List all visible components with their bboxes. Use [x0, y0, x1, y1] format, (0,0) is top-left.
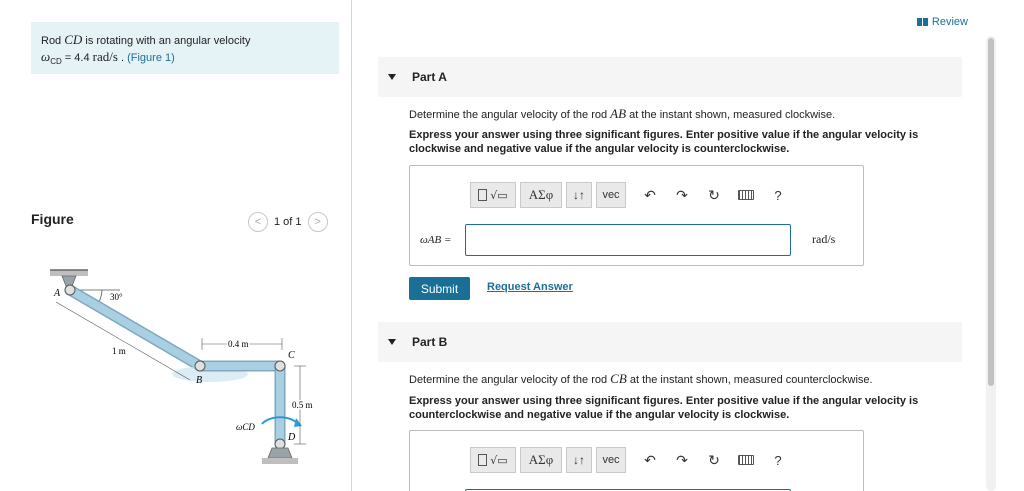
next-figure-button[interactable]: > — [307, 212, 328, 232]
label-omega-cd: ωCD — [236, 422, 255, 432]
omega-value: = 4.4 — [61, 52, 93, 64]
part-a-answer-box: √▭ ΑΣφ ↓↑ vec ↶ ↷ ↻ ? ωAB = rad/s — [409, 165, 864, 266]
reset-icon[interactable]: ↻ — [702, 448, 726, 472]
dim-ab — [55, 301, 191, 381]
q-text-2: at the instant shown, measured countercl… — [626, 374, 873, 386]
sqrt-icon: √▭ — [490, 453, 508, 467]
pin-a — [64, 284, 76, 296]
fraction-icon — [478, 454, 488, 466]
greek-symbols-button[interactable]: ΑΣφ — [520, 447, 562, 473]
ground-d — [262, 458, 298, 464]
problem-text: Rod — [41, 35, 65, 47]
rod-cd-symbol: CD — [64, 32, 83, 47]
redo-icon[interactable]: ↷ — [670, 183, 694, 207]
figure-title: Figure — [31, 211, 74, 227]
template-button[interactable]: √▭ — [470, 447, 516, 473]
math-toolbar-a: √▭ ΑΣφ ↓↑ vec ↶ ↷ ↻ ? — [470, 182, 790, 208]
undo-icon[interactable]: ↶ — [638, 183, 662, 207]
problem-line-1: Rod CD is rotating with an angular veloc… — [41, 32, 329, 49]
pin-support-a — [61, 275, 77, 287]
pin-support-d — [267, 447, 293, 459]
angle-arc — [98, 289, 103, 303]
omega-symbol: ω — [41, 49, 51, 64]
review-label: Review — [931, 16, 968, 28]
omega-ab-input[interactable] — [465, 224, 791, 256]
figure-pager: < 1 of 1 > — [248, 212, 328, 232]
problem-statement: Rod CD is rotating with an angular veloc… — [31, 22, 339, 74]
label-len-bc: 0.4 m — [228, 339, 249, 349]
pin-d — [274, 438, 286, 450]
submit-button[interactable]: Submit — [409, 277, 470, 300]
book-icon — [916, 18, 928, 26]
scrollbar-thumb[interactable] — [988, 38, 994, 386]
ground-a — [48, 270, 88, 276]
omega-unit: rad/s — [92, 49, 118, 64]
part-a-title: Part A — [412, 70, 447, 84]
answer-label-omega-ab: ωAB = — [420, 234, 452, 246]
keyboard-icon[interactable] — [734, 448, 758, 472]
part-a-question: Determine the angular velocity of the ro… — [409, 107, 949, 122]
collapse-triangle-icon — [388, 74, 396, 80]
problem-text-2: is rotating with an angular velocity — [82, 35, 251, 47]
math-toolbar-b: √▭ ΑΣφ ↓↑ vec ↶ ↷ ↻ ? — [470, 447, 790, 473]
figure-page-indicator: 1 of 1 — [274, 216, 302, 228]
request-answer-link[interactable]: Request Answer — [487, 281, 573, 293]
part-a-header[interactable]: Part A — [378, 57, 962, 97]
keyboard-icon[interactable] — [734, 183, 758, 207]
help-icon[interactable]: ? — [766, 183, 790, 207]
template-button[interactable]: √▭ — [470, 182, 516, 208]
redo-icon[interactable]: ↷ — [670, 448, 694, 472]
arrows-button[interactable]: ↓↑ — [566, 182, 592, 208]
fraction-icon — [478, 189, 488, 201]
arrows-button[interactable]: ↓↑ — [566, 447, 592, 473]
label-len-ab: 1 m — [112, 346, 126, 356]
label-angle: 30° — [110, 292, 123, 302]
rod-ab-symbol: AB — [610, 106, 627, 121]
period: . — [117, 52, 128, 64]
label-a: A — [53, 288, 61, 299]
q-text: Determine the angular velocity of the ro… — [409, 109, 611, 121]
label-b: B — [196, 375, 202, 386]
pin-b — [194, 360, 206, 372]
pin-c — [274, 360, 286, 372]
prev-figure-button[interactable]: < — [248, 212, 268, 232]
part-b-header[interactable]: Part B — [378, 322, 962, 362]
label-c: C — [288, 350, 295, 361]
answer-unit: rad/s — [812, 232, 836, 246]
vector-button[interactable]: vec — [596, 447, 626, 473]
sqrt-icon: √▭ — [490, 188, 508, 202]
help-icon[interactable]: ? — [766, 448, 790, 472]
greek-symbols-button[interactable]: ΑΣφ — [520, 182, 562, 208]
review-link[interactable]: Review — [916, 16, 968, 28]
omega-subscript: CD — [50, 57, 62, 67]
q-text: Determine the angular velocity of the ro… — [409, 374, 611, 386]
collapse-triangle-icon — [388, 339, 396, 345]
part-b-title: Part B — [412, 335, 448, 349]
figure-link[interactable]: (Figure 1) — [127, 52, 175, 64]
problem-line-2: ωCD = 4.4 rad/s . (Figure 1) — [41, 49, 329, 69]
reset-icon[interactable]: ↻ — [702, 183, 726, 207]
q-text-2: at the instant shown, measured clockwise… — [626, 109, 836, 121]
undo-icon[interactable]: ↶ — [638, 448, 662, 472]
rod-cb-symbol: CB — [610, 371, 627, 386]
part-b-instruction: Express your answer using three signific… — [409, 395, 919, 421]
mechanism-diagram: A 30° 1 m B 0.4 m 0.4 m C 0.5 m 0.5 m ωC… — [48, 269, 314, 464]
scrollbar[interactable] — [986, 36, 996, 491]
mechanism-figure: A 30° 1 m B 0.4 m 0.4 m C 0.5 m 0.5 m ωC… — [48, 262, 340, 491]
vector-button[interactable]: vec — [596, 182, 626, 208]
part-b-question: Determine the angular velocity of the ro… — [409, 372, 949, 387]
part-a-instruction: Express your answer using three signific… — [409, 129, 919, 155]
part-b-answer-box: √▭ ΑΣφ ↓↑ vec ↶ ↷ ↻ ? — [409, 430, 864, 491]
label-len-cd: 0.5 m — [292, 400, 313, 410]
left-pane: Rod CD is rotating with an angular veloc… — [0, 0, 352, 491]
label-d: D — [287, 432, 296, 443]
